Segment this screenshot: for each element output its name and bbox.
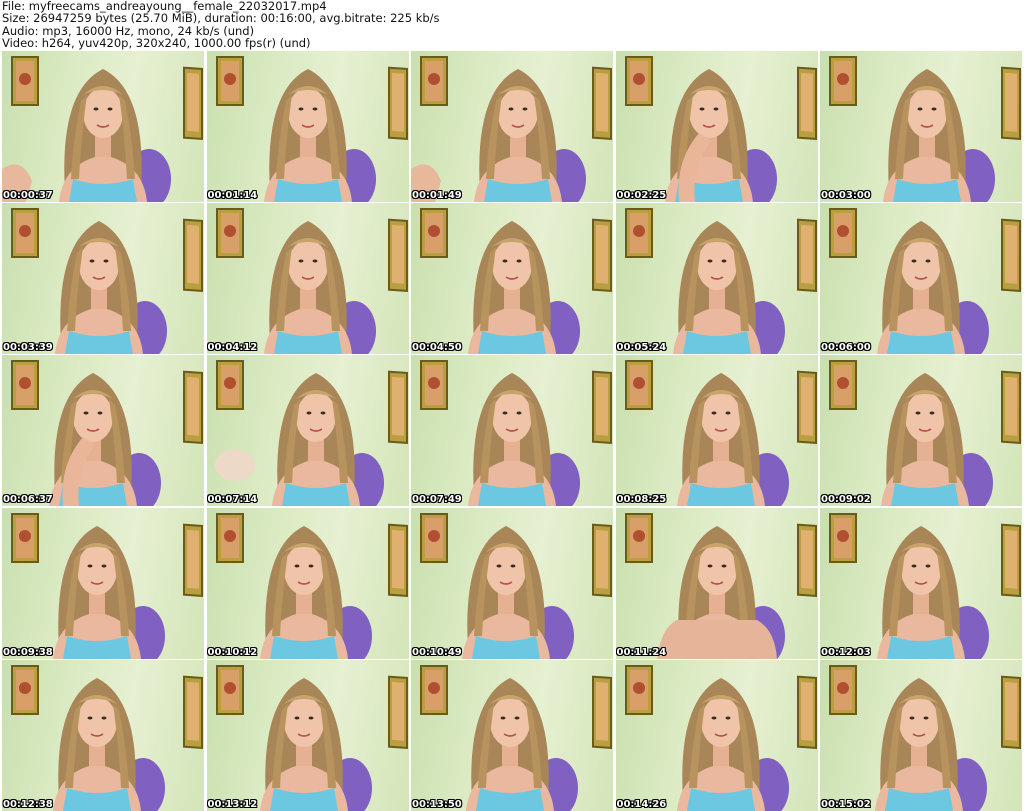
thumbnail-scene (411, 56, 612, 202)
thumbnail-scene (11, 208, 203, 355)
video-thumbnail: 00:07:49 (411, 355, 613, 507)
thumbnail-scene (11, 664, 203, 811)
file-size-line: Size: 26947259 bytes (25.70 MiB), durati… (2, 11, 440, 26)
thumbnail-scene (624, 208, 817, 355)
thumbnail-timestamp: 00:05:24 (616, 342, 667, 354)
thumbnail-timestamp: 00:04:12 (207, 342, 258, 354)
thumbnail-timestamp: 00:01:49 (412, 190, 462, 201)
video-thumbnail: 00:03:39 (2, 203, 204, 355)
thumbnail-timestamp: 00:12:03 (821, 646, 871, 658)
video-thumbnail: 00:04:50 (411, 203, 613, 355)
thumbnail-scene (420, 208, 612, 355)
video-thumbnail: 00:11:24 (615, 507, 818, 659)
thumbnail-scene (624, 664, 817, 811)
thumbnail-scene (829, 512, 1021, 659)
thumbnail-scene (215, 512, 408, 659)
thumbnail-timestamp: 00:01:14 (207, 190, 258, 201)
thumbnail-scene (215, 664, 408, 811)
thumbnail-scene (214, 360, 408, 507)
thumbnail-timestamp: 00:11:24 (616, 646, 667, 658)
video-thumbnail: 00:13:50 (411, 659, 613, 811)
thumbnail-timestamp: 00:08:25 (616, 494, 667, 506)
thumbnail-scene (829, 208, 1021, 355)
video-thumbnail: 00:07:14 (206, 355, 409, 507)
thumbnail-timestamp: 00:14:26 (616, 798, 667, 810)
thumbnail-timestamp: 00:10:12 (207, 646, 258, 658)
thumbnail-scene (2, 56, 203, 202)
video-thumbnail: 00:02:25 (615, 51, 818, 202)
thumbnail-timestamp: 00:06:00 (821, 342, 871, 354)
thumbnail-timestamp: 00:04:50 (412, 342, 462, 354)
thumbnail-scene (11, 512, 203, 659)
video-thumbnail: 00:09:38 (2, 507, 204, 659)
thumbnail-scene (624, 512, 817, 659)
video-thumbnail: 00:06:00 (820, 203, 1022, 355)
video-thumbnail: 00:15:02 (820, 659, 1022, 811)
thumbnail-scene (11, 360, 203, 507)
thumbnail-timestamp: 00:06:37 (3, 494, 53, 506)
thumbnail-timestamp: 00:09:02 (821, 494, 871, 506)
thumbnail-scene (215, 56, 408, 202)
video-thumbnail: 00:05:24 (615, 203, 818, 355)
video-thumbnail: 00:09:02 (820, 355, 1022, 507)
thumbnail-scene (624, 56, 817, 202)
thumbnail-timestamp: 00:02:25 (616, 190, 667, 201)
video-thumbnail: 00:01:14 (206, 51, 409, 202)
thumbnail-timestamp: 00:00:37 (3, 190, 53, 201)
thumbnail-timestamp: 00:10:49 (412, 646, 462, 658)
thumbnail-timestamp: 00:07:49 (412, 494, 462, 506)
video-thumbnail: 00:06:37 (2, 355, 204, 507)
thumbnail-timestamp: 00:13:12 (207, 798, 258, 810)
thumbnail-timestamp: 00:03:00 (821, 190, 871, 201)
thumbnail-scene (420, 360, 612, 507)
video-thumbnail: 00:01:49 (411, 51, 613, 202)
thumbnail-timestamp: 00:13:50 (412, 798, 462, 810)
thumbnail-timestamp: 00:09:38 (3, 646, 53, 658)
video-thumbnail: 00:14:26 (615, 659, 818, 811)
thumbnail-timestamp: 00:15:02 (821, 798, 871, 810)
thumbnail-timestamp: 00:07:14 (207, 494, 258, 506)
video-thumbnail: 00:10:12 (206, 507, 409, 659)
thumbnail-scene (829, 664, 1021, 811)
audio-info-line: Audio: mp3, 16000 Hz, mono, 24 kb/s (und… (2, 23, 255, 38)
video-thumbnail: 00:12:03 (820, 507, 1022, 659)
video-thumbnail: 00:03:00 (820, 51, 1022, 202)
video-thumbnail: 00:04:12 (206, 203, 409, 355)
thumbnail-scene (420, 512, 612, 659)
thumbnail-timestamp: 00:12:38 (3, 798, 53, 810)
thumbnail-scene (829, 56, 1021, 202)
video-thumbnail: 00:08:25 (615, 355, 818, 507)
file-info-header: File: myfreecams_andreayoung__female_220… (2, 0, 1022, 50)
thumbnail-scene (624, 360, 817, 507)
video-info-line: Video: h264, yuv420p, 320x240, 1000.00 f… (2, 35, 311, 50)
video-thumbnail: 00:12:38 (2, 659, 204, 811)
thumbnail-scene (215, 208, 408, 355)
thumbnail-timestamp: 00:03:39 (3, 342, 53, 354)
thumbnail-grid: 00:00:37 00:01:14 00:01:49 00:02:25 00:03:00… (2, 51, 1022, 811)
video-thumbnail: 00:10:49 (411, 507, 613, 659)
video-thumbnail: 00:13:12 (206, 659, 409, 811)
thumbnail-scene (420, 664, 612, 811)
video-thumbnail: 00:00:37 (2, 51, 204, 202)
thumbnail-scene (829, 360, 1021, 507)
